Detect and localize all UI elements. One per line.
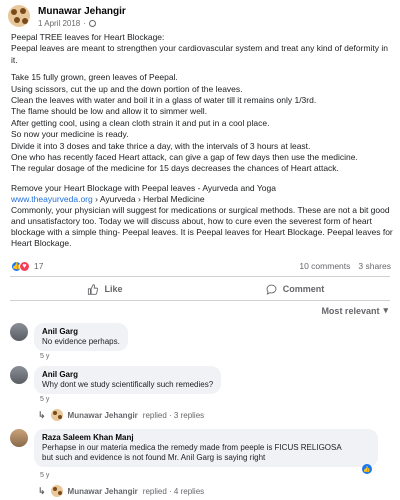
comment-text: No evidence perhaps. [42, 337, 120, 346]
post-line: One who has recently faced Heart attack,… [11, 152, 358, 163]
post-line: Take 15 fully grown, green leaves of Pee… [11, 72, 178, 83]
comment-author[interactable]: Anil Garg [42, 327, 120, 337]
reply-author: Munawar Jehangir [67, 486, 138, 496]
shares-count[interactable]: 3 shares [358, 261, 391, 271]
post-date[interactable]: 1 April 2018 [38, 18, 80, 29]
comment-time[interactable]: 5 y [40, 353, 49, 360]
like-button[interactable]: Like [10, 278, 200, 300]
shared-link[interactable]: Remove your Heart Blockage with Peepal l… [11, 183, 393, 249]
post-body: Peepal TREE leaves for Heart Blockage: P… [11, 32, 393, 175]
post-line: Clean the leaves with water and boil it … [11, 95, 317, 106]
post-line: Peepal leaves are meant to strengthen yo… [11, 43, 389, 65]
reactions-bar: 👍 ♥ 17 10 comments 3 shares [11, 259, 391, 273]
divider [10, 300, 390, 301]
reaction-count[interactable]: 17 [34, 261, 43, 271]
link-url[interactable]: www.theayurveda.org [11, 194, 93, 204]
post-header: Munawar Jehangir 1 April 2018 · [8, 5, 126, 29]
comment: Raza Saleem Khan Manj Perhapse in our ma… [10, 429, 378, 467]
comments-count[interactable]: 10 comments [299, 261, 350, 271]
reply-arrow-icon: ↳ [38, 409, 46, 420]
comment-time[interactable]: 5 y [40, 396, 49, 403]
post-author[interactable]: Munawar Jehangir [38, 6, 126, 18]
divider [10, 276, 390, 277]
comment-bubble: Anil Garg No evidence perhaps. [34, 323, 128, 351]
avatar[interactable] [10, 366, 28, 384]
post-line: So now your medicine is ready. [11, 129, 129, 140]
link-source: › Ayurveda › Herbal Medicine [92, 194, 205, 204]
avatar [50, 485, 63, 497]
comment-icon [266, 284, 277, 295]
post-line: Using scissors, cut the up and the down … [11, 83, 243, 94]
comment: Anil Garg Why dont we study scientifical… [10, 366, 222, 394]
post-line: The flame should be low and allow it to … [11, 106, 208, 117]
thumbs-up-icon[interactable]: 👍 [362, 464, 372, 474]
avatar[interactable] [10, 323, 28, 341]
comment-text: but such and evidence is not found Mr. A… [42, 453, 266, 462]
globe-icon [88, 20, 96, 27]
link-description: Commonly, your physician will suggest fo… [11, 205, 393, 248]
comment-text: Perhapse in our materia medica the remed… [42, 443, 342, 452]
reaction-icons[interactable]: 👍 ♥ [11, 260, 30, 272]
comment-button[interactable]: Comment [200, 278, 390, 300]
reply-count: replied · 4 replies [142, 486, 205, 496]
reply-thread-link[interactable]: ↳ Munawar Jehangir replied · 4 replies [38, 485, 204, 497]
thumbs-up-icon [88, 283, 99, 295]
action-bar: Like Comment [10, 278, 390, 300]
reply-count: replied · 3 replies [142, 410, 205, 420]
like-label: Like [104, 284, 123, 294]
post-line: After getting cool, using a clean cloth … [11, 117, 270, 128]
sort-label: Most relevant [321, 305, 380, 316]
comment-bubble: Raza Saleem Khan Manj Perhapse in our ma… [34, 429, 378, 467]
comment-time[interactable]: 5 y [40, 472, 49, 479]
avatar [50, 409, 63, 421]
comment-text: Why dont we study scientifically such re… [42, 380, 214, 389]
reply-author: Munawar Jehangir [67, 410, 138, 420]
reply-thread-link[interactable]: ↳ Munawar Jehangir replied · 3 replies [38, 409, 204, 421]
comment-sort-dropdown[interactable]: Most relevant ▾ [321, 305, 388, 316]
comment: Anil Garg No evidence perhaps. [10, 323, 128, 351]
post-line: Divide it into 3 doses and take thrice a… [11, 140, 311, 151]
avatar[interactable] [10, 429, 28, 447]
comment-label: Comment [282, 284, 325, 294]
link-title[interactable]: Remove your Heart Blockage with Peepal l… [11, 183, 393, 194]
post-meta: 1 April 2018 · [38, 18, 126, 29]
chevron-down-icon: ▾ [383, 305, 388, 315]
reply-arrow-icon: ↳ [38, 485, 46, 496]
post-line: The regular dosage of the medicine for 1… [11, 163, 339, 174]
heart-icon: ♥ [19, 260, 30, 272]
author-avatar[interactable] [8, 5, 30, 27]
comment-author[interactable]: Raza Saleem Khan Manj [42, 433, 370, 443]
post-line: Peepal TREE leaves for Heart Blockage: [11, 32, 165, 42]
comment-author[interactable]: Anil Garg [42, 370, 213, 380]
comment-bubble: Anil Garg Why dont we study scientifical… [34, 366, 222, 394]
